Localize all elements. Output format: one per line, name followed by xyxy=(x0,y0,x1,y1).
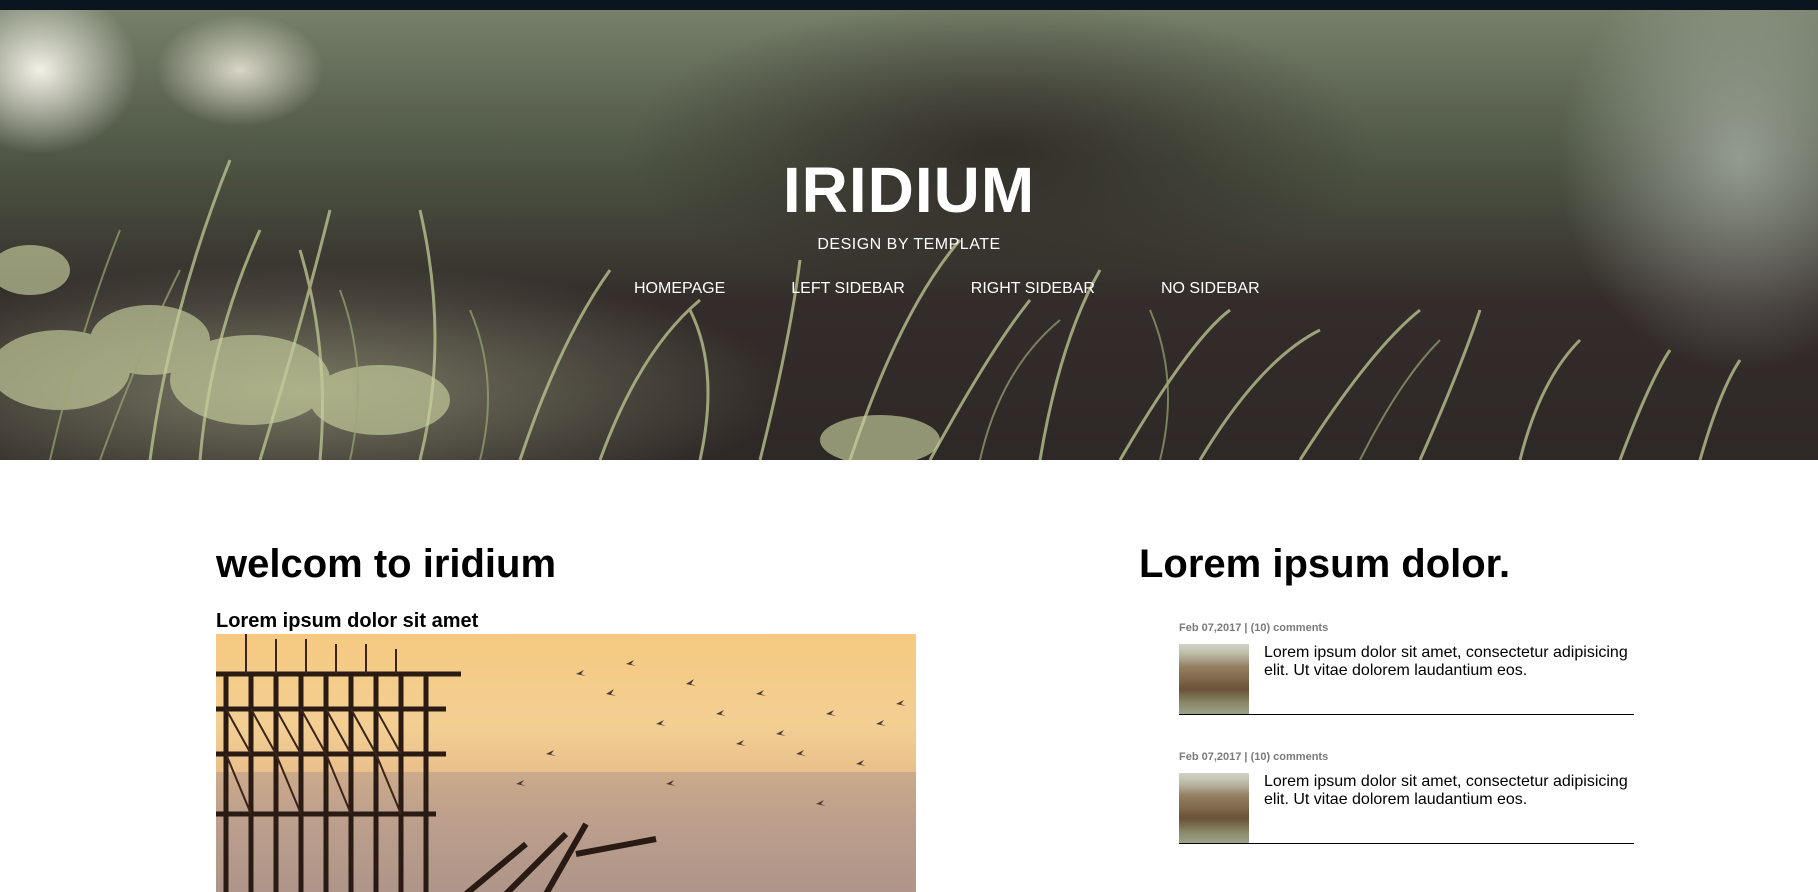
post-excerpt: Lorem ipsum dolor sit amet, consectetur … xyxy=(1264,773,1628,808)
post-thumbnail[interactable] xyxy=(1179,773,1249,843)
site-title[interactable]: IRIDIUM xyxy=(0,158,1818,222)
page: IRIDIUM DESIGN BY TEMPLATE HOMEPAGE LEFT… xyxy=(0,0,1818,892)
pier-illustration xyxy=(216,634,916,892)
nav-item-no-sidebar[interactable]: NO SIDEBAR xyxy=(1161,280,1260,298)
main-nav: HOMEPAGE LEFT SIDEBAR RIGHT SIDEBAR NO S… xyxy=(634,280,1326,298)
post-row: Lorem ipsum dolor sit amet, consectetur … xyxy=(1179,773,1634,844)
main-content: welcom to iridium Lorem ipsum dolor sit … xyxy=(216,540,916,892)
nav-item-right-sidebar[interactable]: RIGHT SIDEBAR xyxy=(971,280,1095,298)
sidebar-post[interactable]: Feb 07,2017 | (10) comments Lorem ipsum … xyxy=(1179,751,1634,844)
post-thumbnail[interactable] xyxy=(1179,644,1249,714)
grass-background-image xyxy=(0,159,1742,460)
post-meta[interactable]: Feb 07,2017 | (10) comments xyxy=(1179,622,1634,634)
post-excerpt: Lorem ipsum dolor sit amet, consectetur … xyxy=(1264,644,1628,679)
sidebar-heading: Lorem ipsum dolor. xyxy=(1139,542,1511,586)
sidebar-post[interactable]: Feb 07,2017 | (10) comments Lorem ipsum … xyxy=(1179,622,1634,715)
site-tagline: DESIGN BY TEMPLATE xyxy=(817,236,1001,253)
nav-item-left-sidebar[interactable]: LEFT SIDEBAR xyxy=(791,280,905,298)
post-meta[interactable]: Feb 07,2017 | (10) comments xyxy=(1179,751,1634,763)
sidebar: Lorem ipsum dolor. Feb 07,2017 | (10) co… xyxy=(1139,540,1639,844)
pier-birds-image xyxy=(216,634,916,892)
main-subheading: Lorem ipsum dolor sit amet xyxy=(216,610,479,632)
post-row: Lorem ipsum dolor sit amet, consectetur … xyxy=(1179,644,1634,715)
header-banner: IRIDIUM DESIGN BY TEMPLATE HOMEPAGE LEFT… xyxy=(0,10,1818,460)
main-heading: welcom to iridium xyxy=(216,542,557,586)
nav-item-homepage[interactable]: HOMEPAGE xyxy=(634,280,725,298)
